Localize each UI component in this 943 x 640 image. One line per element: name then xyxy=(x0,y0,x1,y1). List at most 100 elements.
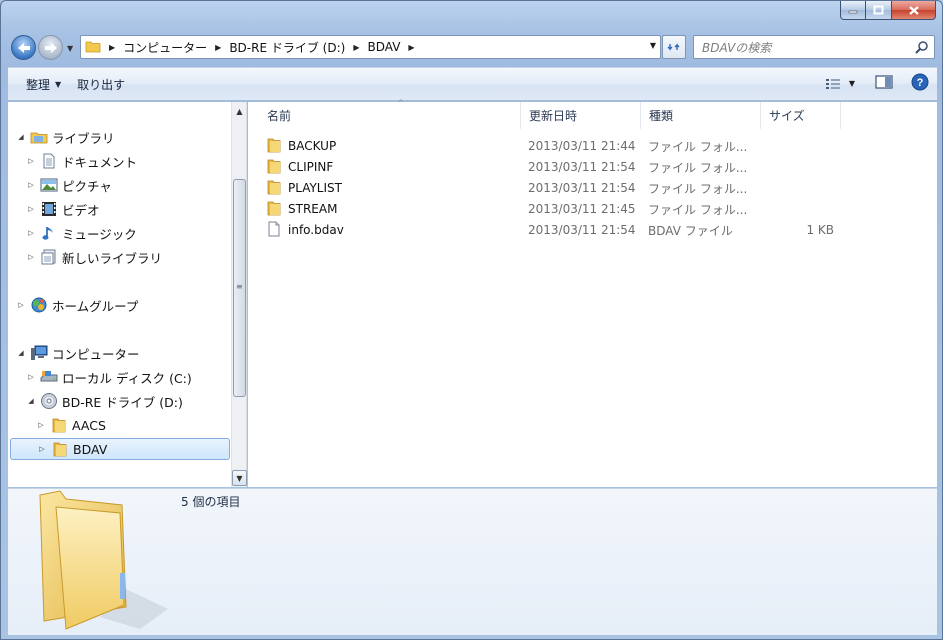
tree-item-aacs[interactable]: ▷ AACS xyxy=(36,414,106,436)
forward-arrow-icon xyxy=(44,42,57,53)
collapsed-arrow-icon[interactable]: ▷ xyxy=(26,373,36,381)
tree-item-new-library[interactable]: ▷ 新しいライブラリ xyxy=(26,246,162,268)
table-row[interactable]: info.bdav 2013/03/11 21:54 BDAV ファイル 1 K… xyxy=(266,220,834,240)
file-type: BDAV ファイル xyxy=(648,223,733,238)
large-folder-icon xyxy=(30,489,170,638)
tree-item-label: ホームグループ xyxy=(52,298,139,314)
tree-item-pictures[interactable]: ▷ ピクチャ xyxy=(26,174,112,196)
scroll-down-button[interactable]: ▼ xyxy=(232,470,247,486)
tree-item-libraries[interactable]: ◢ ライブラリ xyxy=(16,126,115,148)
organize-button[interactable]: 整理 ▼ xyxy=(18,72,69,96)
table-row[interactable]: CLIPINF 2013/03/11 21:54 ファイル フォル... xyxy=(266,157,747,177)
column-header-name[interactable]: ^ 名前 xyxy=(259,99,521,129)
tree-item-label: ライブラリ xyxy=(52,130,115,146)
breadcrumb-bdav[interactable]: BDAV xyxy=(367,36,400,58)
column-header-label: 種類 xyxy=(649,109,674,123)
tree-item-label: BD-RE ドライブ (D:) xyxy=(62,394,183,410)
tree-item-label: AACS xyxy=(72,417,106,433)
maximize-button[interactable] xyxy=(866,1,892,20)
tree-item-label: BDAV xyxy=(73,441,108,457)
expanded-arrow-icon[interactable]: ◢ xyxy=(16,133,26,141)
command-bar: 整理 ▼ 取り出す ▼ ? xyxy=(8,67,937,101)
change-view-button[interactable]: ▼ xyxy=(825,77,855,91)
breadcrumb-root-arrow[interactable]: ▶ xyxy=(101,36,123,58)
help-button[interactable]: ? xyxy=(911,73,929,94)
tree-item-bd-drive[interactable]: ◢ BD-RE ドライブ (D:) xyxy=(26,390,183,412)
tree-item-documents[interactable]: ▷ ドキュメント xyxy=(26,150,137,172)
tree-item-local-disk[interactable]: ▷ ローカル ディスク (C:) xyxy=(26,366,191,388)
expanded-arrow-icon[interactable]: ◢ xyxy=(26,397,36,405)
explorer-window: ▼ ▶ コンピューター ▶ BD-RE ドライブ (D:) ▶ BDAV ▶ ▼… xyxy=(0,0,943,640)
navigation-pane[interactable]: ◢ ライブラリ ▷ ドキュメント ▷ ピクチャ ▷ ビデオ ▷ ミュージック ▷… xyxy=(8,102,231,487)
breadcrumb-label: BDAV xyxy=(367,40,401,54)
search-input[interactable]: BDAVの検索 xyxy=(693,35,935,59)
search-icon[interactable] xyxy=(915,40,929,57)
recent-pages-dropdown[interactable]: ▼ xyxy=(67,44,73,53)
scroll-up-button[interactable]: ▲ xyxy=(232,103,247,119)
new-library-icon xyxy=(40,249,58,265)
table-row[interactable]: STREAM 2013/03/11 21:45 ファイル フォル... xyxy=(266,199,747,219)
sort-ascending-icon: ^ xyxy=(397,99,405,109)
computer-icon xyxy=(30,345,48,361)
breadcrumb-computer[interactable]: コンピューター xyxy=(123,36,207,58)
file-name: CLIPINF xyxy=(288,160,334,174)
collapsed-arrow-icon[interactable]: ▷ xyxy=(37,445,47,453)
close-button[interactable] xyxy=(892,1,936,20)
music-icon xyxy=(40,225,58,241)
table-row[interactable]: BACKUP 2013/03/11 21:44 ファイル フォル... xyxy=(266,136,747,156)
collapsed-arrow-icon[interactable]: ▷ xyxy=(26,205,36,213)
document-icon xyxy=(40,153,58,169)
tree-item-videos[interactable]: ▷ ビデオ xyxy=(26,198,100,220)
scroll-thumb[interactable]: ≡ xyxy=(233,179,246,397)
collapsed-arrow-icon[interactable]: ▷ xyxy=(36,421,46,429)
tree-item-bdav[interactable]: ▷ BDAV xyxy=(10,438,230,460)
navigation-scrollbar[interactable]: ▲ ≡ ▼ xyxy=(231,102,247,487)
breadcrumb-label: BD-RE ドライブ (D:) xyxy=(229,40,346,55)
eject-label: 取り出す xyxy=(77,77,126,92)
file-list[interactable]: ^ 名前 更新日時 種類 サイズ BACKUP 2013/03/11 21:44… xyxy=(248,99,937,487)
folder-icon xyxy=(266,179,282,198)
file-type: ファイル フォル... xyxy=(648,181,748,196)
address-bar[interactable]: ▶ コンピューター ▶ BD-RE ドライブ (D:) ▶ BDAV ▶ ▼ xyxy=(80,35,661,59)
item-count: 5 個の項目 xyxy=(181,495,241,509)
file-date: 2013/03/11 21:54 xyxy=(528,181,636,195)
tree-item-computer[interactable]: ◢ コンピューター xyxy=(16,342,140,364)
expanded-arrow-icon[interactable]: ◢ xyxy=(16,349,26,357)
organize-label: 整理 xyxy=(26,77,51,92)
collapsed-arrow-icon[interactable]: ▷ xyxy=(26,157,36,165)
breadcrumb-separator[interactable]: ▶ xyxy=(345,36,367,58)
tree-item-label: ミュージック xyxy=(62,226,137,242)
file-date: 2013/03/11 21:54 xyxy=(528,160,636,174)
tree-item-music[interactable]: ▷ ミュージック xyxy=(26,222,137,244)
minimize-button[interactable] xyxy=(840,1,866,20)
folder-icon xyxy=(266,158,282,177)
tree-item-homegroup[interactable]: ▷ ホームグループ xyxy=(16,294,138,316)
table-row[interactable]: PLAYLIST 2013/03/11 21:54 ファイル フォル... xyxy=(266,178,747,198)
file-date: 2013/03/11 21:44 xyxy=(528,139,636,153)
folder-icon xyxy=(266,137,282,156)
file-type: ファイル フォル... xyxy=(648,202,748,217)
maximize-icon xyxy=(873,5,884,15)
address-history-dropdown[interactable]: ▼ xyxy=(650,41,656,50)
details-pane: 5 個の項目 xyxy=(8,488,937,635)
column-header-type[interactable]: 種類 xyxy=(641,102,761,129)
column-header-label: サイズ xyxy=(769,109,805,123)
collapsed-arrow-icon[interactable]: ▷ xyxy=(26,181,36,189)
breadcrumb-separator[interactable]: ▶ xyxy=(207,36,229,58)
file-name: STREAM xyxy=(288,202,338,216)
collapsed-arrow-icon[interactable]: ▷ xyxy=(26,229,36,237)
breadcrumb-bd-drive[interactable]: BD-RE ドライブ (D:) xyxy=(229,36,345,58)
column-header-size[interactable]: サイズ xyxy=(761,102,841,129)
refresh-button[interactable] xyxy=(662,35,686,59)
refresh-icon xyxy=(667,43,680,51)
collapsed-arrow-icon[interactable]: ▷ xyxy=(16,301,26,309)
back-button[interactable] xyxy=(11,35,36,60)
file-name: BACKUP xyxy=(288,139,337,153)
column-header-date[interactable]: 更新日時 xyxy=(521,102,641,129)
breadcrumb-separator[interactable]: ▶ xyxy=(400,36,422,58)
column-header-label: 更新日時 xyxy=(529,109,578,123)
preview-pane-button[interactable] xyxy=(875,74,893,93)
collapsed-arrow-icon[interactable]: ▷ xyxy=(26,253,36,261)
forward-button[interactable] xyxy=(38,35,63,60)
eject-button[interactable]: 取り出す xyxy=(69,72,133,96)
